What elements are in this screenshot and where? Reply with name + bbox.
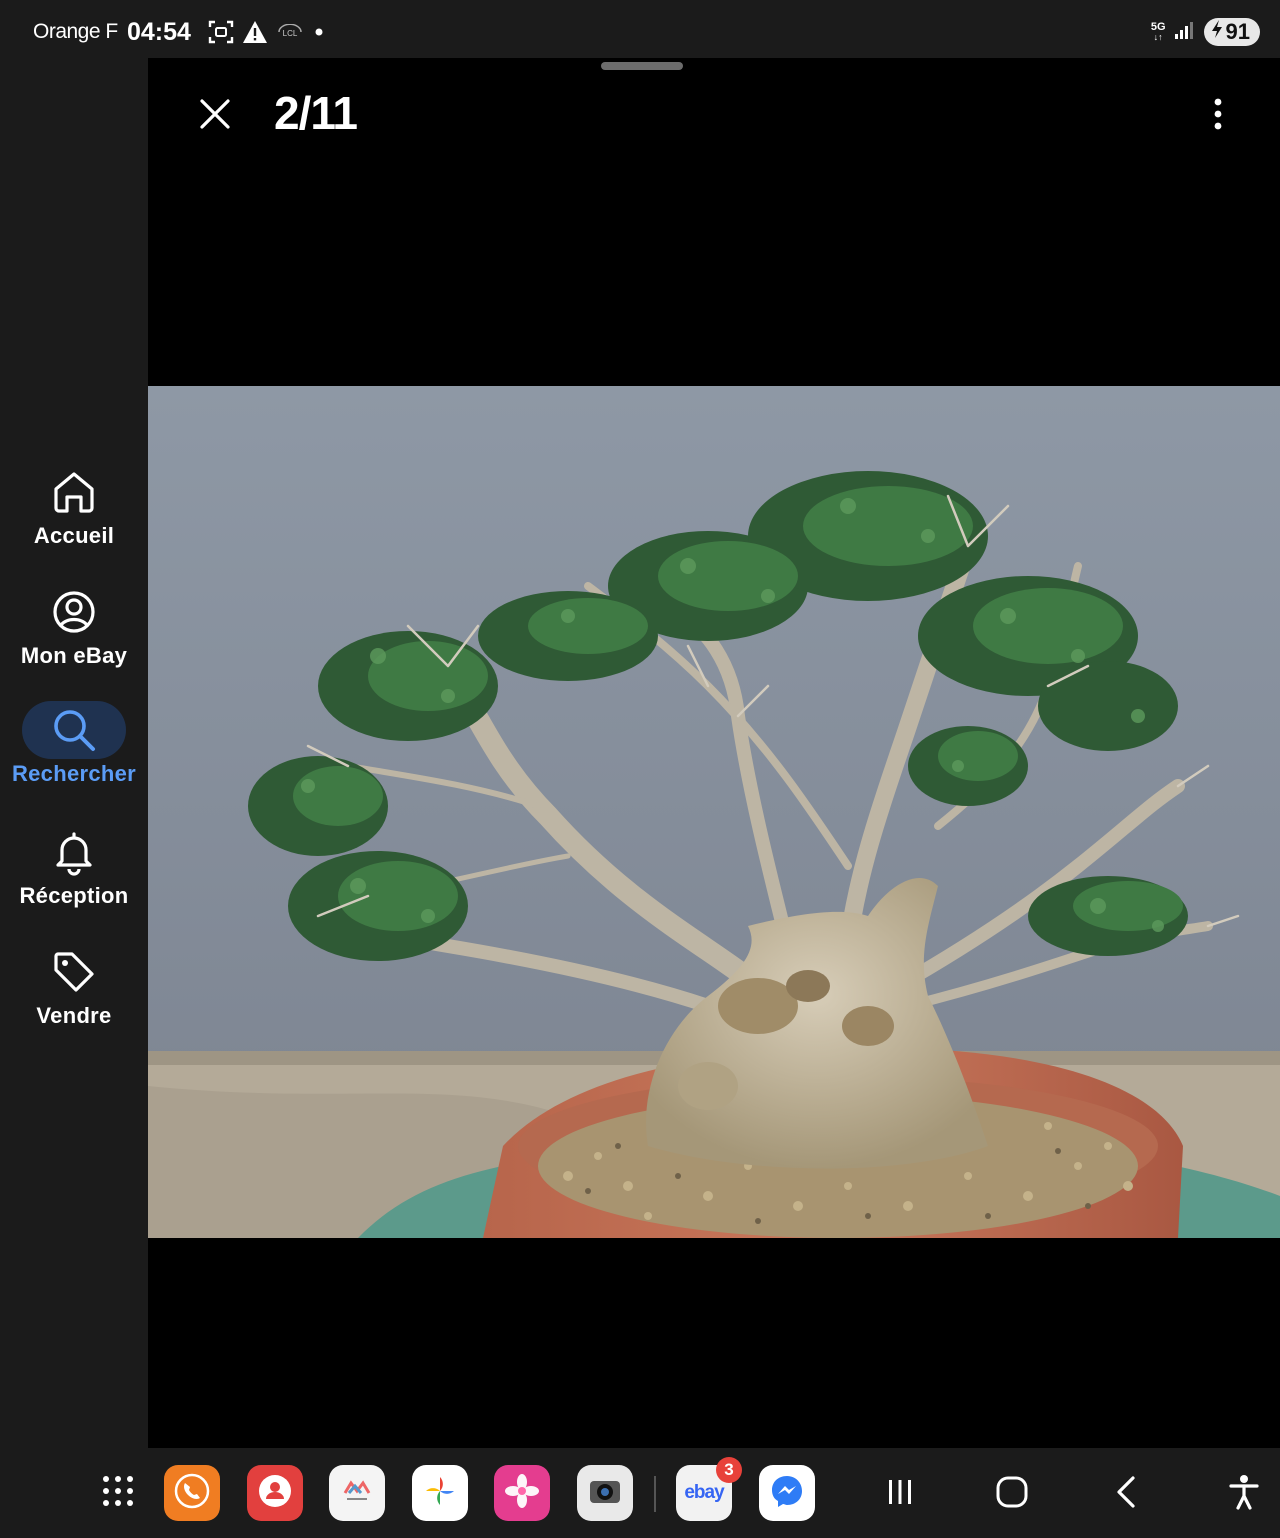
- status-bar: Orange F 04:54 LCL 5G ↓↑ 91: [0, 0, 1280, 58]
- nav-label-rechercher: Rechercher: [11, 761, 137, 786]
- back-chevron-icon: [1111, 1475, 1141, 1514]
- messenger-app[interactable]: [759, 1465, 815, 1521]
- lcl-bank-icon: LCL: [276, 23, 304, 45]
- navigation-rail: Accueil Mon eBay Rechercher Réception Ve…: [0, 58, 148, 1448]
- accessibility-button[interactable]: [1224, 1474, 1264, 1514]
- home-icon: [22, 463, 126, 521]
- charging-icon: [1210, 19, 1224, 45]
- accessibility-icon: [1227, 1474, 1261, 1515]
- contacts-app[interactable]: [247, 1465, 303, 1521]
- nav-item-reception[interactable]: Réception: [0, 823, 148, 909]
- back-button[interactable]: [1106, 1474, 1146, 1514]
- more-options-button[interactable]: [1196, 90, 1240, 142]
- nav-label-vendre: Vendre: [36, 1003, 112, 1028]
- google-photos-app[interactable]: [412, 1465, 468, 1521]
- nav-label-accueil: Accueil: [33, 523, 115, 548]
- bell-icon: [22, 823, 126, 881]
- home-circle-icon: [995, 1475, 1029, 1514]
- battery-level: 91: [1225, 19, 1250, 44]
- screenshot-icon: [208, 19, 234, 50]
- nav-label-mon-ebay: Mon eBay: [20, 643, 128, 668]
- recents-icon: [884, 1476, 916, 1513]
- apps-grid-button[interactable]: [90, 1465, 146, 1521]
- close-icon: [198, 97, 232, 136]
- gallery-app[interactable]: [494, 1465, 550, 1521]
- nav-item-accueil[interactable]: Accueil: [0, 463, 148, 549]
- ebay-app[interactable]: ebay 3: [676, 1457, 742, 1521]
- family-album-app-icon: [337, 1471, 377, 1516]
- system-icons: 5G ↓↑ 91: [1151, 18, 1260, 46]
- carrier-name: Orange F: [33, 20, 118, 43]
- svg-text:LCL: LCL: [283, 29, 298, 38]
- notification-icons: LCL: [208, 19, 326, 50]
- ebay-logo-text: ebay: [684, 1482, 724, 1503]
- image-counter: 2/11: [274, 87, 358, 139]
- recent-apps-button[interactable]: [880, 1474, 920, 1514]
- drag-handle[interactable]: [601, 62, 683, 70]
- google-photos-app-icon: [420, 1471, 460, 1516]
- tag-icon: [22, 943, 126, 1001]
- dock-divider: [654, 1476, 656, 1512]
- close-button[interactable]: [190, 88, 240, 144]
- gallery-app-icon: [502, 1471, 542, 1516]
- nav-label-reception: Réception: [19, 883, 129, 908]
- search-icon: [22, 701, 126, 759]
- phone-app-icon: [172, 1471, 212, 1516]
- nav-item-mon-ebay[interactable]: Mon eBay: [0, 583, 148, 669]
- apps-grid-icon: [101, 1474, 135, 1513]
- nav-item-rechercher[interactable]: Rechercher: [0, 701, 148, 787]
- warning-icon: [242, 20, 268, 49]
- camera-app[interactable]: [577, 1465, 633, 1521]
- phone-app[interactable]: [164, 1465, 220, 1521]
- clock: 04:54: [127, 18, 191, 46]
- camera-app-icon: [585, 1471, 625, 1516]
- network-type: 5G ↓↑: [1150, 21, 1166, 43]
- more-notifications-dot-icon: [312, 25, 326, 44]
- nav-item-vendre[interactable]: Vendre: [0, 943, 148, 1029]
- bonsai-tree-photo[interactable]: [148, 386, 1280, 1238]
- account-icon: [22, 583, 126, 641]
- taskbar: ebay 3: [0, 1448, 1280, 1538]
- image-viewer: 2/11: [148, 58, 1280, 1448]
- more-vertical-icon: [1213, 97, 1223, 136]
- contacts-app-icon: [255, 1471, 295, 1516]
- battery-indicator: 91: [1203, 18, 1260, 46]
- messenger-app-icon: [767, 1471, 807, 1516]
- signal-icon: [1174, 20, 1196, 45]
- home-button[interactable]: [992, 1474, 1032, 1514]
- notification-badge: 3: [716, 1457, 742, 1483]
- family-album-app[interactable]: [329, 1465, 385, 1521]
- ebay-app-icon: ebay: [684, 1482, 724, 1504]
